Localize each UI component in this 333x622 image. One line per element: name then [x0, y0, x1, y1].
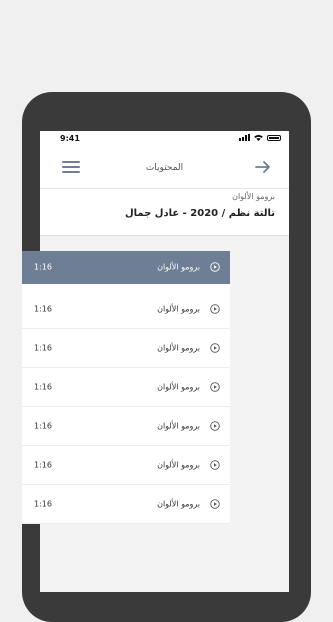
current-lesson-title: برومو الألوان	[232, 192, 275, 201]
lesson-item[interactable]: 1:16 برومو الألوان	[22, 446, 230, 485]
lesson-item[interactable]: 1:16 برومو الألوان	[22, 368, 230, 407]
lesson-duration: 1:16	[34, 499, 52, 509]
course-header: برومو الألوان تالتة نظم / 2020 - عادل جم…	[40, 189, 289, 236]
play-icon	[210, 304, 220, 314]
signal-icon	[239, 134, 250, 141]
lesson-label: برومو الألوان	[157, 343, 200, 353]
lesson-item[interactable]: 1:16 برومو الألوان	[22, 290, 230, 329]
status-icons	[239, 134, 281, 141]
status-time: 9:41	[60, 134, 80, 143]
lesson-duration: 1:16	[34, 421, 52, 431]
lesson-duration: 1:16	[34, 343, 52, 353]
page-title: المحتويات	[145, 163, 184, 173]
lesson-duration: 1:16	[34, 304, 52, 314]
play-icon	[210, 343, 220, 353]
lesson-duration: 1:16	[34, 262, 52, 272]
lesson-label: برومو الألوان	[157, 304, 200, 314]
top-app-bar: المحتويات	[40, 148, 289, 189]
play-icon	[210, 262, 220, 272]
play-icon	[210, 499, 220, 509]
course-title: تالتة نظم / 2020 - عادل جمال	[124, 208, 275, 219]
lesson-label: برومو الألوان	[157, 421, 200, 431]
lesson-item[interactable]: 1:16 برومو الألوان	[22, 407, 230, 446]
back-arrow-icon[interactable]	[255, 160, 271, 174]
lesson-item[interactable]: 1:16 برومو الألوان	[22, 251, 230, 284]
lesson-duration: 1:16	[34, 382, 52, 392]
lesson-item[interactable]: 1:16 برومو الألوان	[22, 485, 230, 524]
lesson-label: برومو الألوان	[157, 382, 200, 392]
play-icon	[210, 460, 220, 470]
lesson-duration: 1:16	[34, 460, 52, 470]
lesson-list: 1:16 برومو الألوان 1:16 برومو الألوان 1:16 بر…	[22, 251, 230, 524]
wifi-icon	[254, 134, 263, 141]
lesson-label: برومو الألوان	[157, 499, 200, 509]
battery-icon	[267, 134, 281, 141]
play-icon	[210, 382, 220, 392]
play-icon	[210, 421, 220, 431]
lesson-label: برومو الألوان	[157, 460, 200, 470]
status-bar: 9:41	[40, 131, 289, 148]
lesson-item[interactable]: 1:16 برومو الألوان	[22, 329, 230, 368]
lesson-label: برومو الألوان	[157, 262, 200, 272]
